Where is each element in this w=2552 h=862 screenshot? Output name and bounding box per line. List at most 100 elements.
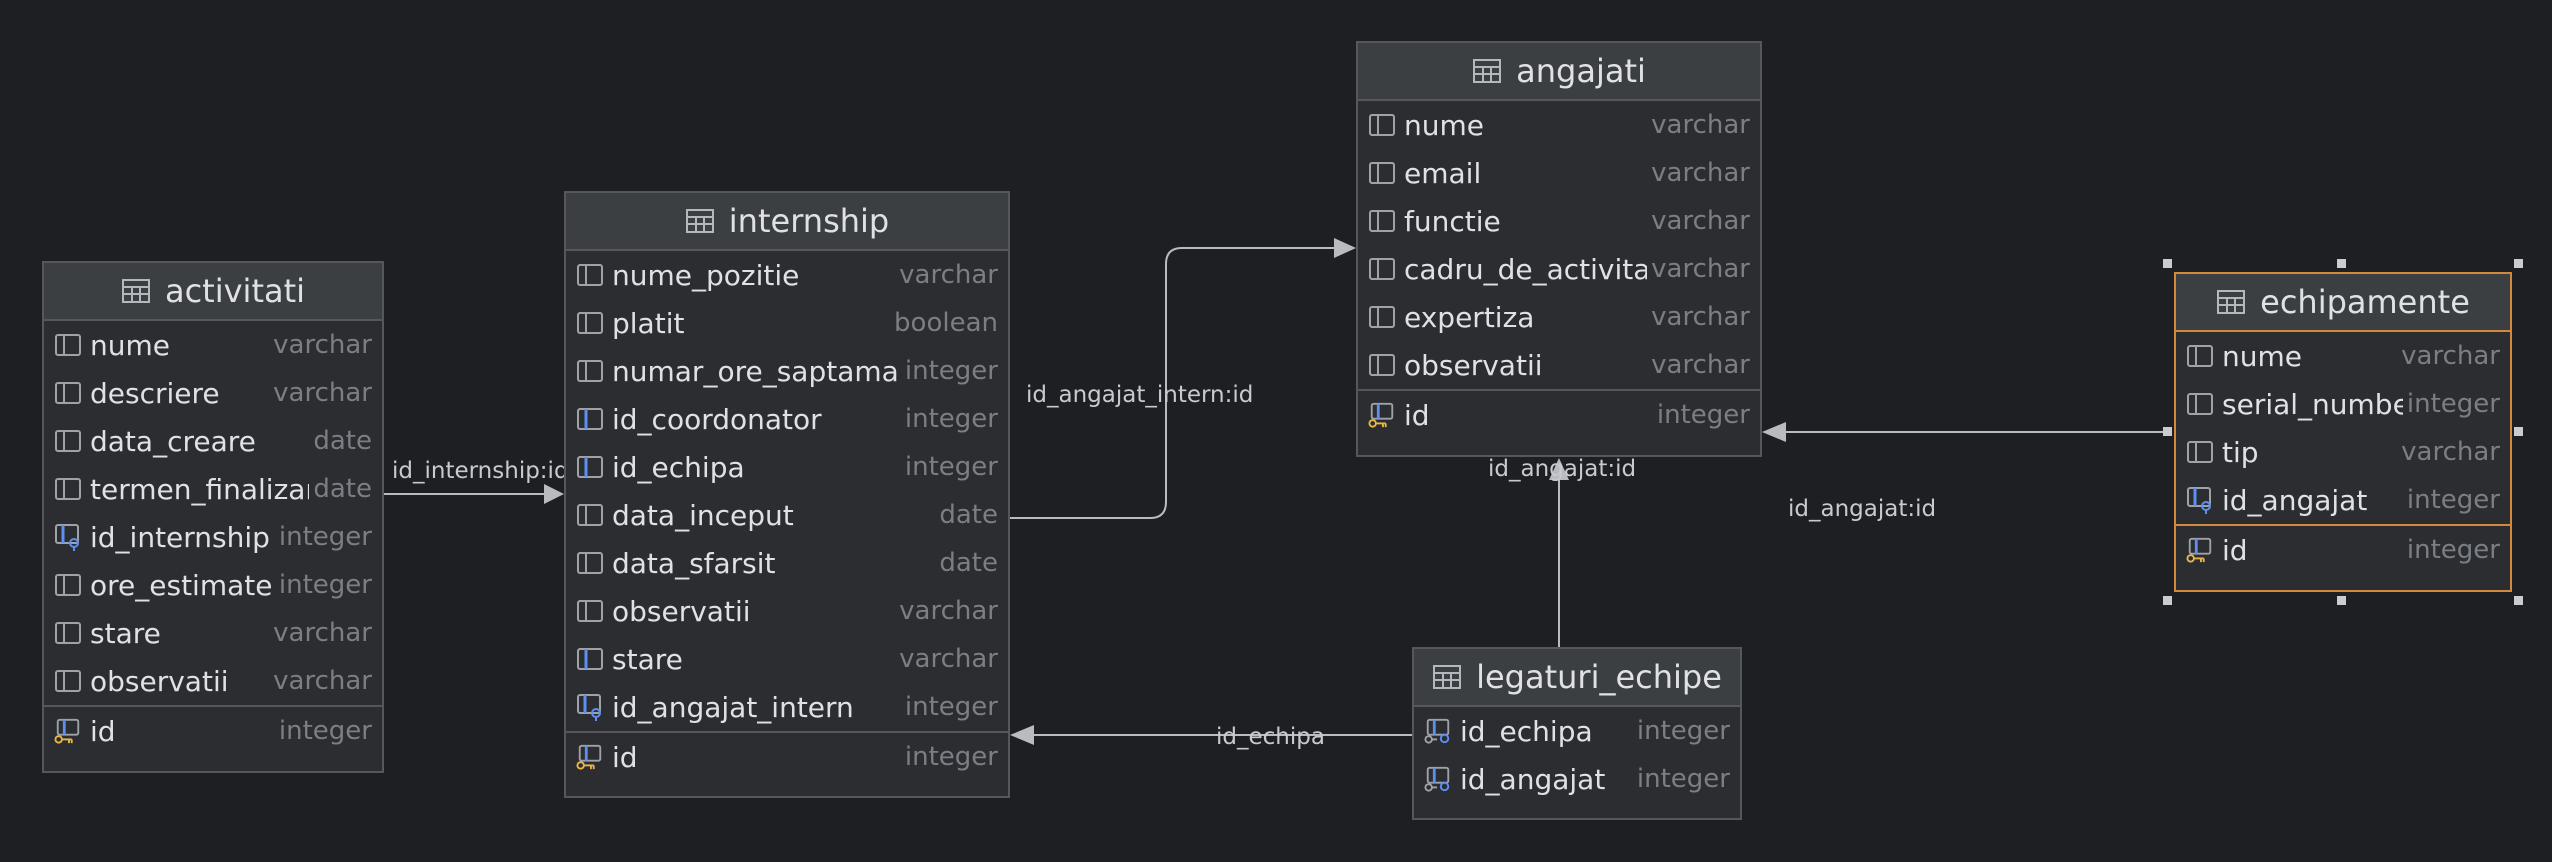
field-name: serial_number	[2222, 387, 2403, 421]
table-title: angajati	[1516, 52, 1646, 90]
field-row[interactable]: stare varchar	[44, 609, 382, 657]
field-row[interactable]: platit boolean	[566, 299, 1008, 347]
resize-handle-top-middle[interactable]	[2337, 259, 2346, 268]
field-name: id	[2222, 533, 2248, 567]
table-internship[interactable]: internship nume_pozitie varchar platit boole…	[564, 191, 1010, 798]
field-row[interactable]: id_coordonator integer	[566, 395, 1008, 443]
field-row[interactable]: nume varchar	[1358, 101, 1760, 149]
field-name: nume	[2222, 339, 2302, 373]
arrowhead-angajati-right	[1762, 422, 1786, 442]
field-name: nume	[90, 328, 170, 362]
table-title: echipamente	[2260, 283, 2470, 321]
field-type: boolean	[894, 308, 998, 338]
column-icon	[576, 501, 604, 529]
table-title: activitati	[164, 272, 306, 310]
primary-key-row[interactable]: id integer	[1358, 389, 1760, 439]
table-header[interactable]: legaturi_echipe	[1414, 649, 1740, 707]
field-row[interactable]: descriere varchar	[44, 369, 382, 417]
resize-handle-top-right[interactable]	[2514, 259, 2523, 268]
column-icon	[2186, 438, 2214, 466]
table-header[interactable]: angajati	[1358, 43, 1760, 101]
relation-label-echipamente-angajati: id_angajat:id	[1788, 496, 1937, 522]
field-row[interactable]: email varchar	[1358, 149, 1760, 197]
field-name: stare	[612, 642, 683, 676]
field-row[interactable]: id_angajat integer	[2176, 476, 2510, 524]
table-echipamente[interactable]: echipamente nume varchar serial_number integ…	[2174, 272, 2512, 592]
field-name: data_sfarsit	[612, 546, 776, 580]
field-name: id_angajat	[1460, 762, 1606, 796]
field-name: cadru_de_activitate	[1404, 252, 1648, 286]
field-row[interactable]: data_creare date	[44, 417, 382, 465]
field-row[interactable]: observatii varchar	[566, 587, 1008, 635]
column-icon	[54, 379, 82, 407]
field-name: nume_pozitie	[612, 258, 800, 292]
column-icon	[1368, 207, 1396, 235]
field-type: varchar	[1651, 206, 1750, 236]
field-row[interactable]: observatii varchar	[1358, 341, 1760, 389]
field-type: integer	[1636, 716, 1730, 746]
field-name: descriere	[90, 376, 220, 410]
field-row[interactable]: id_echipa integer	[1414, 707, 1740, 755]
field-name: platit	[612, 306, 685, 340]
foreign-key-icon	[54, 523, 82, 551]
field-row[interactable]: id_angajat_intern integer	[566, 683, 1008, 731]
field-name: id_angajat	[2222, 483, 2368, 517]
field-row[interactable]: id_angajat integer	[1414, 755, 1740, 803]
field-row[interactable]: nume varchar	[2176, 332, 2510, 380]
table-angajati[interactable]: angajati nume varchar email varchar functie va…	[1356, 41, 1762, 457]
column-icon	[2186, 390, 2214, 418]
primary-key-row[interactable]: id integer	[2176, 524, 2510, 574]
field-row[interactable]: numar_ore_saptamanaleinteger	[566, 347, 1008, 395]
table-grid-icon	[2216, 289, 2246, 315]
field-name: id	[612, 740, 638, 774]
field-row[interactable]: data_inceput date	[566, 491, 1008, 539]
field-type: varchar	[273, 666, 372, 696]
field-row[interactable]: functie varchar	[1358, 197, 1760, 245]
field-type: varchar	[273, 618, 372, 648]
field-row[interactable]: id_internship integer	[44, 513, 382, 561]
table-activitati[interactable]: activitati nume varchar descriere varchar dat…	[42, 261, 384, 773]
field-name: observatii	[612, 594, 751, 628]
primary-key-icon	[576, 743, 604, 771]
arrowhead-internship	[544, 484, 564, 504]
field-row[interactable]: data_sfarsit date	[566, 539, 1008, 587]
resize-handle-middle-left[interactable]	[2163, 427, 2172, 436]
column-icon	[1368, 303, 1396, 331]
field-type: integer	[2406, 389, 2500, 419]
field-row[interactable]: cadru_de_activitatevarchar	[1358, 245, 1760, 293]
field-row[interactable]: id_echipa integer	[566, 443, 1008, 491]
table-header[interactable]: echipamente	[2176, 274, 2510, 332]
table-header[interactable]: internship	[566, 193, 1008, 251]
field-name: stare	[90, 616, 161, 650]
field-row[interactable]: serial_number integer	[2176, 380, 2510, 428]
table-header[interactable]: activitati	[44, 263, 382, 321]
arrowhead-angajati-left	[1334, 238, 1356, 258]
field-row[interactable]: stare varchar	[566, 635, 1008, 683]
field-type: varchar	[1651, 158, 1750, 188]
resize-handle-middle-right[interactable]	[2514, 427, 2523, 436]
field-type: integer	[1636, 764, 1730, 794]
field-row[interactable]: ore_estimate integer	[44, 561, 382, 609]
primary-key-row[interactable]: id integer	[44, 705, 382, 755]
column-icon	[576, 549, 604, 577]
resize-handle-bottom-right[interactable]	[2514, 596, 2523, 605]
table-legaturi-echipe[interactable]: legaturi_echipe id_echipa integer id_angaja…	[1412, 647, 1742, 820]
resize-handle-top-left[interactable]	[2163, 259, 2172, 268]
field-type: varchar	[899, 596, 998, 626]
resize-handle-bottom-left[interactable]	[2163, 596, 2172, 605]
table-grid-icon	[685, 208, 715, 234]
field-row[interactable]: tip varchar	[2176, 428, 2510, 476]
primary-key-row[interactable]: id integer	[566, 731, 1008, 781]
field-row[interactable]: termen_finalizare date	[44, 465, 382, 513]
table-grid-icon	[1472, 58, 1502, 84]
field-row[interactable]: observatii varchar	[44, 657, 382, 705]
field-name: ore_estimate	[90, 568, 273, 602]
resize-handle-bottom-middle[interactable]	[2337, 596, 2346, 605]
field-name: id_echipa	[612, 450, 745, 484]
field-row[interactable]: expertiza varchar	[1358, 293, 1760, 341]
column-icon	[576, 453, 604, 481]
field-name: id	[90, 714, 116, 748]
field-row[interactable]: nume_pozitie varchar	[566, 251, 1008, 299]
table-grid-icon	[121, 278, 151, 304]
field-row[interactable]: nume varchar	[44, 321, 382, 369]
